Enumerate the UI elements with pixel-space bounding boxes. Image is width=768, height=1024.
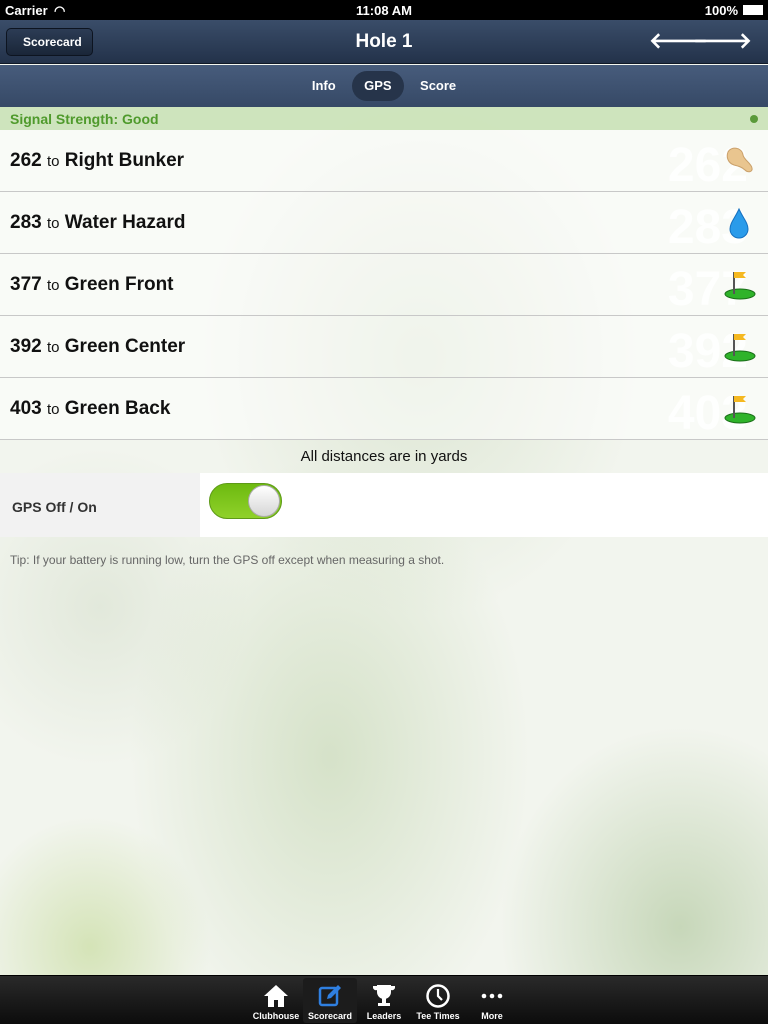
to-label: to (46, 339, 60, 356)
distance-row[interactable]: 403 403 to Green Back (0, 378, 768, 440)
target-name: Green Back (64, 398, 171, 419)
to-label: to (46, 401, 60, 418)
distance-row[interactable]: 283 283 to Water Hazard (0, 192, 768, 254)
yards: 392 (10, 336, 42, 357)
gps-toggle-row: GPS Off / On (0, 473, 768, 537)
tip-text: Tip: If your battery is running low, tur… (10, 553, 445, 567)
target-name: Green Center (64, 336, 186, 357)
tab-label: Leaders (366, 1011, 402, 1021)
battery-icon (743, 5, 763, 15)
segmented-control: Info GPS Score (0, 65, 768, 107)
tabbar-tee-times[interactable]: Tee Times (411, 978, 465, 1023)
clock-icon (426, 984, 450, 1008)
target-name: Right Bunker (64, 150, 185, 171)
tab-label: More (481, 1011, 503, 1021)
distance-text: 403 to Green Back (10, 398, 170, 420)
scorecard-icon (318, 985, 341, 1007)
yards: 283 (10, 212, 42, 233)
signal-text: Signal Strength: Good (10, 111, 159, 127)
signal-indicator (750, 115, 758, 123)
gps-toggle-label: GPS Off / On (0, 473, 200, 537)
tab-label: Tee Times (416, 1011, 460, 1021)
tab-bar: Clubhouse Scorecard Leaders Tee Times Mo… (0, 975, 768, 1024)
signal-strength: Signal Strength: Good (0, 107, 768, 130)
distance-text: 283 to Water Hazard (10, 212, 186, 234)
battery-percent: 100% (704, 3, 738, 18)
distance-text: 262 to Right Bunker (10, 150, 184, 172)
navigation-bar: Scorecard Hole 1 🡐 🡒 (0, 20, 768, 64)
units-note: All distances are in yards (300, 448, 468, 465)
to-label: to (46, 277, 60, 294)
green-flag-icon (724, 272, 756, 300)
toggle-knob[interactable] (248, 485, 280, 517)
green-flag-icon (724, 396, 756, 424)
home-icon (264, 985, 288, 1007)
target-name: Water Hazard (64, 212, 186, 233)
tabbar-clubhouse[interactable]: Clubhouse (249, 978, 303, 1023)
tabbar-more[interactable]: More (465, 978, 519, 1023)
more-icon (481, 993, 503, 999)
target-name: Green Front (64, 274, 174, 295)
to-label: to (46, 153, 60, 170)
tab-info[interactable]: Info (300, 71, 348, 101)
water-drop-icon (729, 207, 749, 239)
trophy-icon (373, 985, 395, 1006)
tabbar-scorecard[interactable]: Scorecard (303, 978, 357, 1023)
tab-label: Scorecard (307, 1011, 353, 1021)
gps-toggle[interactable] (209, 483, 282, 519)
status-bar: Carrier ◠ 11:08 AM 100% (0, 0, 768, 20)
tabbar-leaders[interactable]: Leaders (357, 978, 411, 1023)
yards: 377 (10, 274, 42, 295)
arrow-right-icon[interactable]: 🡒 (693, 28, 752, 54)
distance-row[interactable]: 377 377 to Green Front (0, 254, 768, 316)
bunker-icon (726, 147, 753, 173)
tab-label: Clubhouse (252, 1011, 300, 1021)
distance-row[interactable]: 262 262 to Right Bunker (0, 130, 768, 192)
distance-text: 392 to Green Center (10, 336, 185, 358)
clock: 11:08 AM (356, 3, 412, 18)
yards: 403 (10, 398, 42, 419)
yards: 262 (10, 150, 42, 171)
distance-row[interactable]: 392 392 to Green Center (0, 316, 768, 378)
green-flag-icon (724, 334, 756, 362)
distance-list: 262 262 to Right Bunker 283 283 to Water … (0, 130, 768, 440)
tab-score[interactable]: Score (408, 71, 468, 101)
to-label: to (46, 215, 60, 232)
tab-gps[interactable]: GPS (352, 71, 404, 101)
distance-text: 377 to Green Front (10, 274, 174, 296)
